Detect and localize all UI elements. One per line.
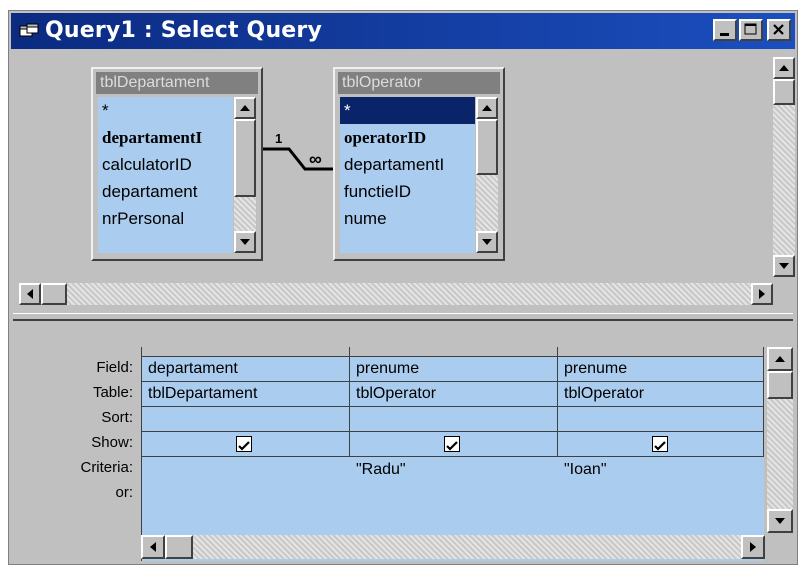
title-bar[interactable]: Query1 : Select Query xyxy=(11,13,795,49)
field-list-title[interactable]: tblDepartament xyxy=(96,72,258,94)
table-pane: tblDepartament * departamentI calculator… xyxy=(13,51,795,313)
field-item-primary-key[interactable]: departamentI xyxy=(98,124,233,151)
scroll-thumb[interactable] xyxy=(41,283,67,305)
column-selector[interactable] xyxy=(142,347,350,357)
show-cell[interactable] xyxy=(142,432,350,457)
arrow-down-icon xyxy=(775,518,785,524)
scroll-thumb[interactable] xyxy=(773,79,795,105)
relationship-one-label: 1 xyxy=(275,131,283,146)
grid-horizontal-scrollbar[interactable] xyxy=(141,535,765,559)
field-list-scrollbar[interactable] xyxy=(476,97,498,253)
column-selector[interactable] xyxy=(350,347,558,357)
table-cell[interactable]: tblOperator xyxy=(558,382,764,407)
window-title: Query1 : Select Query xyxy=(45,18,323,43)
arrow-down-icon xyxy=(779,263,789,269)
sort-cell[interactable] xyxy=(142,407,350,432)
scroll-up-button[interactable] xyxy=(773,57,795,79)
maximize-icon xyxy=(744,23,757,35)
minimize-icon xyxy=(720,33,729,36)
arrow-down-icon xyxy=(240,239,250,245)
arrow-left-icon xyxy=(27,289,33,299)
field-item-primary-key[interactable]: operatorID xyxy=(340,124,475,151)
row-label-field: Field: xyxy=(96,359,133,376)
pane-splitter[interactable] xyxy=(13,313,793,321)
row-label-or: or: xyxy=(115,484,133,501)
scroll-up-button[interactable] xyxy=(767,347,793,371)
arrow-up-icon xyxy=(240,105,250,111)
arrow-right-icon xyxy=(750,542,756,552)
field-cell[interactable]: prenume xyxy=(350,357,558,382)
column-selector[interactable] xyxy=(558,347,764,357)
scroll-down-button[interactable] xyxy=(234,231,256,253)
query-window: Query1 : Select Query tblDepartament * d… xyxy=(8,10,798,565)
field-item[interactable]: nrPersonal xyxy=(98,205,233,232)
sort-cell[interactable] xyxy=(350,407,558,432)
table-cell[interactable]: tblOperator xyxy=(350,382,558,407)
grid-vertical-scrollbar[interactable] xyxy=(767,347,793,533)
scroll-thumb[interactable] xyxy=(767,371,793,399)
row-label-show: Show: xyxy=(91,434,133,451)
sort-cell[interactable] xyxy=(558,407,764,432)
arrow-right-icon xyxy=(759,289,765,299)
row-label-sort: Sort: xyxy=(101,409,133,426)
field-cell[interactable]: prenume xyxy=(558,357,764,382)
maximize-button[interactable] xyxy=(739,19,763,41)
row-label-table: Table: xyxy=(92,384,133,401)
field-list-tblOperator[interactable]: tblOperator * operatorID departamentI fu… xyxy=(333,67,505,261)
table-cell[interactable]: tblDepartament xyxy=(142,382,350,407)
close-icon xyxy=(773,24,784,35)
show-checkbox[interactable] xyxy=(444,436,460,452)
minimize-button[interactable] xyxy=(713,19,737,41)
scroll-down-button[interactable] xyxy=(773,255,795,277)
scroll-right-button[interactable] xyxy=(741,535,765,559)
arrow-up-icon xyxy=(779,65,789,71)
checkmark-icon xyxy=(654,441,666,451)
scroll-thumb[interactable] xyxy=(476,119,498,175)
arrow-up-icon xyxy=(482,105,492,111)
field-list-tblDepartament[interactable]: tblDepartament * departamentI calculator… xyxy=(91,67,263,261)
show-cell[interactable] xyxy=(558,432,764,457)
relationship-line[interactable] xyxy=(261,131,339,191)
field-item[interactable]: nume xyxy=(340,205,475,232)
checkmark-icon xyxy=(238,441,250,451)
close-button[interactable] xyxy=(767,19,791,41)
criteria-cell[interactable]: "Ioan" xyxy=(564,461,607,479)
arrow-up-icon xyxy=(775,356,785,362)
row-label-criteria: Criteria: xyxy=(80,459,133,476)
arrow-left-icon xyxy=(150,542,156,552)
field-item-selected[interactable]: * xyxy=(340,97,475,124)
scroll-thumb[interactable] xyxy=(234,119,256,197)
arrow-down-icon xyxy=(482,239,492,245)
show-checkbox[interactable] xyxy=(236,436,252,452)
scroll-thumb[interactable] xyxy=(165,535,193,559)
scroll-left-button[interactable] xyxy=(141,535,165,559)
field-list-items: * operatorID departamentI functieID nume xyxy=(340,97,475,253)
scroll-down-button[interactable] xyxy=(767,509,793,533)
field-list-scrollbar[interactable] xyxy=(234,97,256,253)
field-item[interactable]: * xyxy=(98,97,233,124)
query-icon xyxy=(19,23,39,37)
relationship-many-label: ∞ xyxy=(309,149,322,169)
scroll-up-button[interactable] xyxy=(234,97,256,119)
table-pane-horizontal-scrollbar[interactable] xyxy=(19,283,773,305)
field-list-items: * departamentI calculatorID departament … xyxy=(98,97,233,253)
scroll-right-button[interactable] xyxy=(751,283,773,305)
field-item[interactable]: departament xyxy=(98,178,233,205)
show-cell[interactable] xyxy=(350,432,558,457)
field-item[interactable]: functieID xyxy=(340,178,475,205)
table-pane-vertical-scrollbar[interactable] xyxy=(773,57,795,277)
design-grid-pane: Field: Table: Sort: Show: Criteria: or: … xyxy=(13,323,793,564)
checkmark-icon xyxy=(446,441,458,451)
criteria-cell[interactable]: "Radu" xyxy=(356,461,406,479)
field-item[interactable]: departamentI xyxy=(340,151,475,178)
field-cell[interactable]: departament xyxy=(142,357,350,382)
scroll-up-button[interactable] xyxy=(476,97,498,119)
scroll-left-button[interactable] xyxy=(19,283,41,305)
show-checkbox[interactable] xyxy=(652,436,668,452)
field-item[interactable]: calculatorID xyxy=(98,151,233,178)
field-list-title[interactable]: tblOperator xyxy=(338,72,500,94)
design-grid[interactable]: departament tblDepartament prenume tblOp… xyxy=(141,347,764,561)
scroll-down-button[interactable] xyxy=(476,231,498,253)
